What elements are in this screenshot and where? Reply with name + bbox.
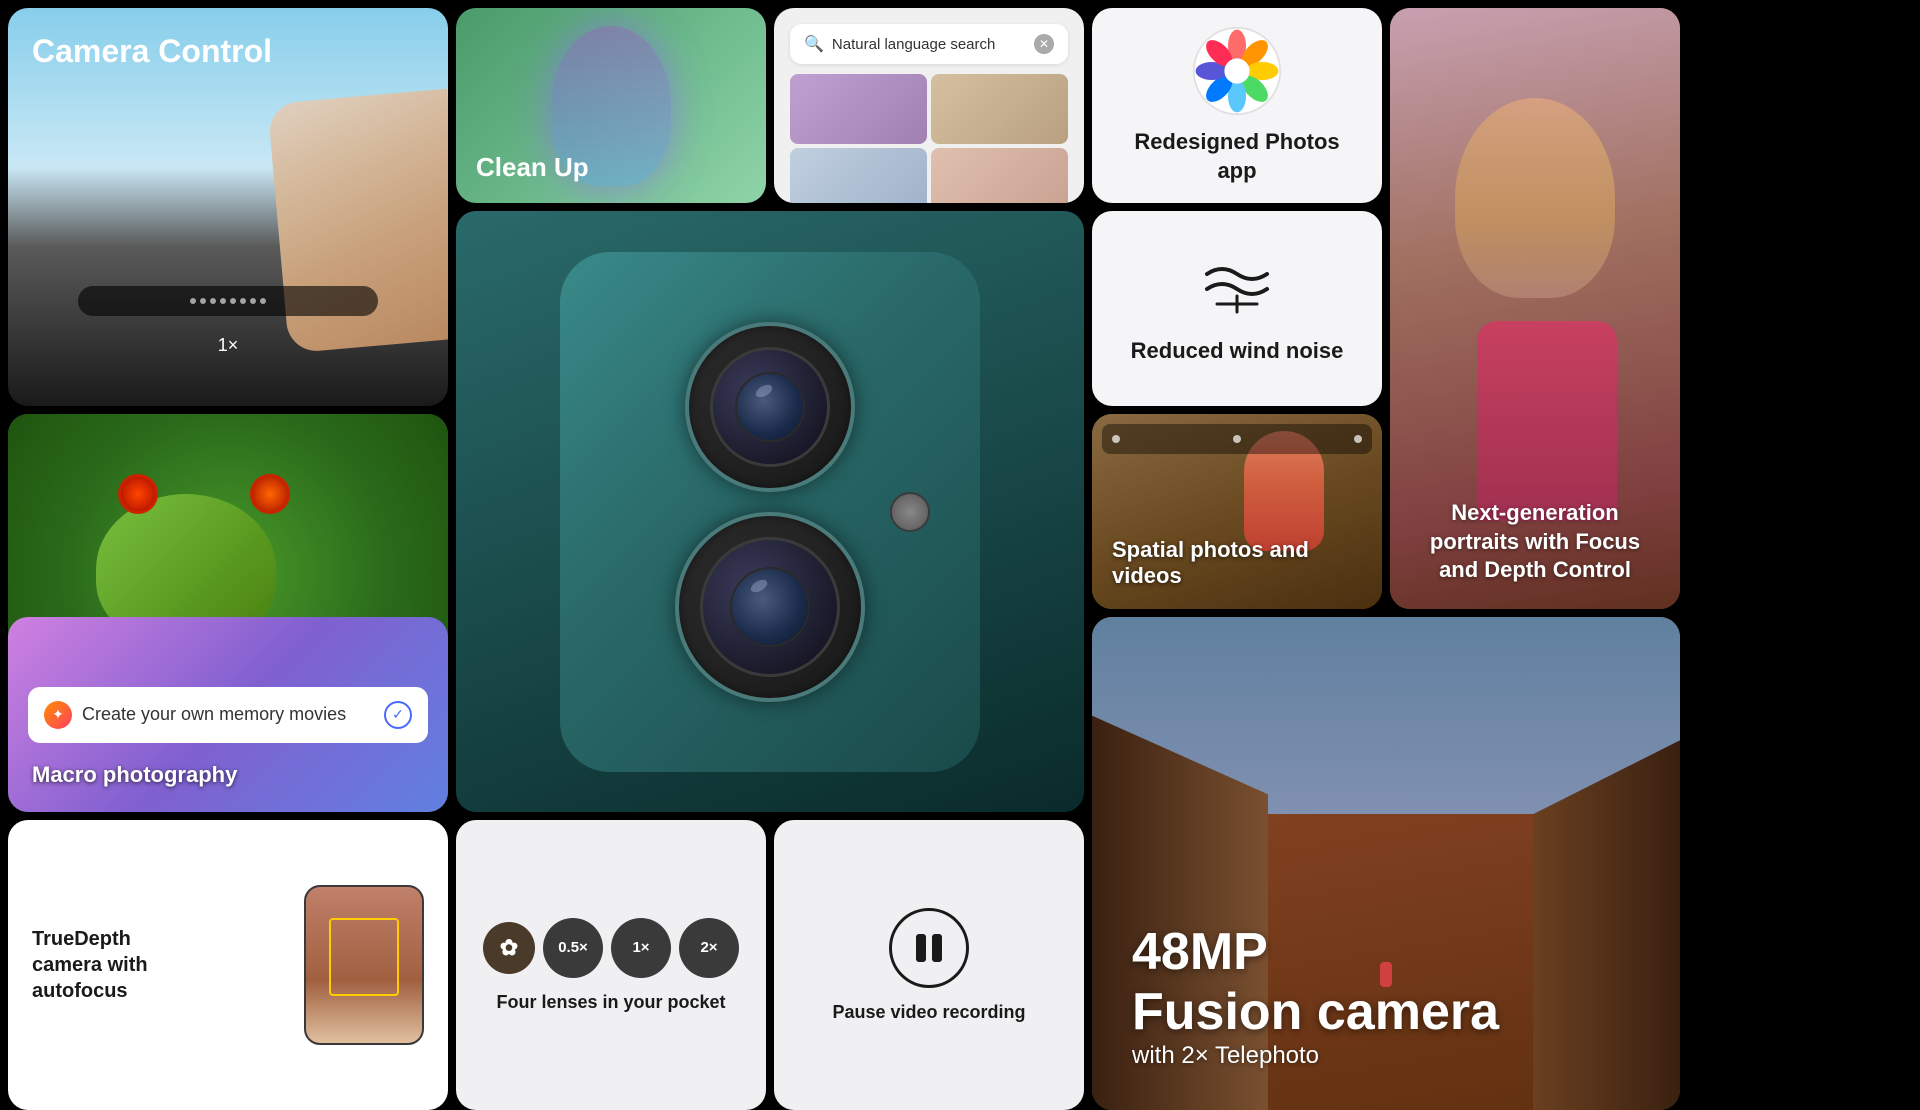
photos-icon-svg [1192, 26, 1282, 116]
four-lenses-label: Four lenses in your pocket [496, 992, 725, 1013]
spatial-tile: Spatial photos and videos [1092, 414, 1382, 609]
pause-tile: Pause video recording [774, 820, 1084, 1110]
portraits-tile: Next-generation portraits with Focus and… [1390, 8, 1680, 609]
spatial-ui-overlay [1102, 424, 1372, 454]
phone-screen [306, 887, 422, 1043]
lens-highlight [754, 382, 775, 400]
clean-up-label: Clean Up [476, 152, 589, 183]
macro-lens-btn[interactable]: ✿ [483, 922, 535, 974]
ui-dot-2 [1233, 435, 1241, 443]
fusion-subtitle: with 2× Telephoto [1132, 1042, 1640, 1070]
flash-bump [890, 492, 930, 532]
photo-thumb-4 [931, 148, 1068, 203]
memory-text: Create your own memory movies [82, 704, 374, 725]
photo-thumb-1 [790, 74, 927, 144]
pause-label: Pause video recording [832, 1002, 1025, 1023]
pause-bar-left [916, 934, 926, 962]
four-lenses-tile: ✿ 0.5× 1× 2× Four lenses in your pocket [456, 820, 766, 1110]
photos-app-tile: Redesigned Photos app [1092, 8, 1382, 203]
ui-dot-3 [1354, 435, 1362, 443]
face-detection-box [329, 918, 399, 996]
lens-bottom-middle [700, 537, 840, 677]
memory-check-icon[interactable]: ✓ [384, 701, 412, 729]
center-camera-tile [456, 211, 1084, 812]
macro-label: Macro photography [32, 762, 424, 788]
search-clear-button[interactable]: ✕ [1034, 34, 1054, 54]
photo-thumb-2 [931, 74, 1068, 144]
memory-input[interactable]: ✦ Create your own memory movies ✓ [28, 687, 428, 743]
fusion-title-line2: Fusion camera [1132, 982, 1640, 1042]
portrait-face [1455, 98, 1615, 298]
clean-up-tile: Clean Up [456, 8, 766, 203]
lens-bottom [675, 512, 865, 702]
main-grid: Camera Control 1× Clean Up 🔍 Natural lan… [0, 0, 1920, 1080]
half-lens-btn[interactable]: 0.5× [543, 918, 603, 978]
camera-control-tile: Camera Control 1× [8, 8, 448, 406]
lens-bottom-highlight [749, 577, 770, 595]
photo-thumb-3 [790, 148, 927, 203]
search-bar[interactable]: 🔍 Natural language search ✕ [790, 24, 1068, 64]
portraits-label: Next-generation portraits with Focus and… [1414, 499, 1656, 585]
camera-body [560, 252, 980, 772]
photos-app-icon [1192, 26, 1282, 116]
wind-noise-label: Reduced wind noise [1131, 338, 1344, 364]
truedepth-label: TrueDepth camera with autofocus [32, 926, 192, 1004]
wind-noise-tile: Reduced wind noise [1092, 211, 1382, 406]
search-icon: 🔍 [804, 34, 824, 54]
frog-eye-right [250, 474, 290, 514]
fusion-tile: 48MP Fusion camera with 2× Telephoto [1092, 617, 1680, 1110]
photos-app-label: Redesigned Photos app [1112, 128, 1362, 185]
search-text: Natural language search [832, 36, 1026, 53]
lens-bottom-inner [730, 567, 810, 647]
wind-svg [1202, 254, 1272, 314]
pause-bar-right [932, 934, 942, 962]
memory-icon: ✦ [44, 701, 72, 729]
frog-eye-left [118, 474, 158, 514]
phone-mockup [304, 885, 424, 1045]
pause-button[interactable] [889, 908, 969, 988]
fusion-title-line1: 48MP [1132, 922, 1640, 982]
natural-search-tile: 🔍 Natural language search ✕ [774, 8, 1084, 203]
ui-dot-1 [1112, 435, 1120, 443]
2x-lens-btn[interactable]: 2× [679, 918, 739, 978]
1x-lens-btn[interactable]: 1× [611, 918, 671, 978]
lens-middle [710, 347, 830, 467]
wind-icon [1202, 254, 1272, 326]
lens-buttons: ✿ 0.5× 1× 2× [483, 918, 739, 978]
zoom-level: 1× [218, 335, 239, 356]
truedepth-tile: TrueDepth camera with autofocus [8, 820, 448, 1110]
pause-icon [916, 934, 942, 962]
lens-top [685, 322, 855, 492]
camera-control-title: Camera Control [32, 32, 424, 70]
portrait-shirt [1477, 321, 1617, 521]
spatial-label: Spatial photos and videos [1112, 537, 1362, 589]
photo-grid [790, 74, 1068, 203]
camera-slider[interactable] [78, 286, 378, 316]
lens-inner [735, 372, 805, 442]
